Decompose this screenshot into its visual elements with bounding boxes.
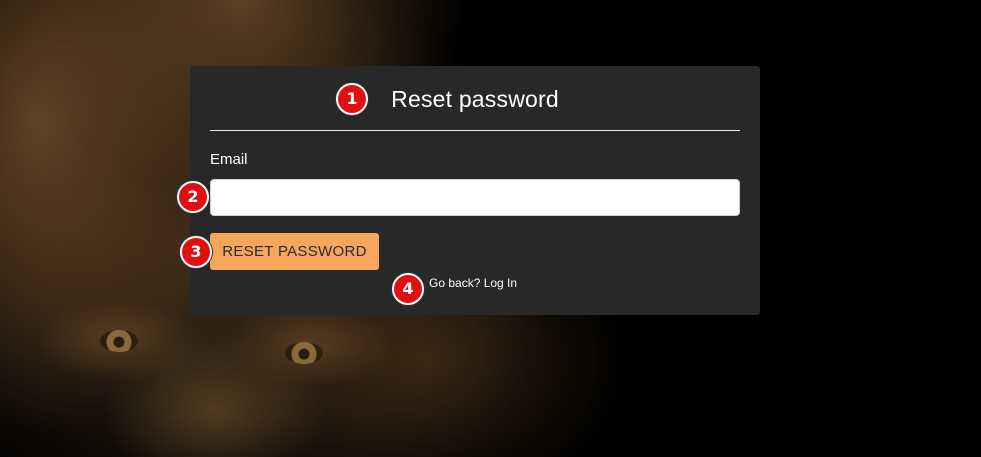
annotation-badge-4: 4: [392, 273, 424, 305]
title-divider: [210, 130, 740, 131]
reset-password-button[interactable]: RESET PASSWORD: [210, 233, 379, 270]
email-input[interactable]: [210, 179, 740, 216]
annotation-badge-1: 1: [336, 83, 368, 115]
annotation-badge-3: 3: [180, 236, 212, 268]
page: Reset password Email RESET PASSWORD Go b…: [0, 0, 981, 457]
annotation-badge-2: 2: [177, 181, 209, 213]
lion-eye-left: [100, 330, 138, 352]
lion-eye-right: [285, 342, 323, 364]
email-label: Email: [210, 151, 248, 168]
reset-password-card: Reset password Email RESET PASSWORD Go b…: [190, 66, 760, 315]
go-back-login-link[interactable]: Go back? Log In: [429, 276, 517, 290]
page-title: Reset password: [391, 86, 559, 112]
